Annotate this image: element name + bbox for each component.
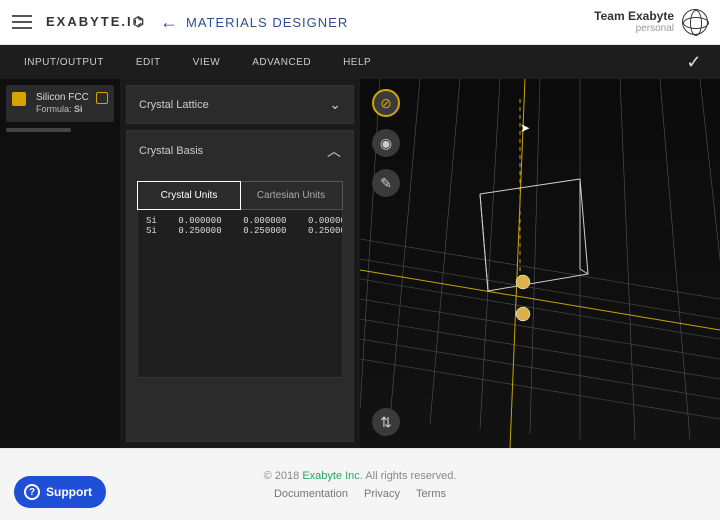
topbar: EXABYTE.I⌬ ← MATERIALS DESIGNER Team Exa… — [0, 0, 720, 45]
team-avatar-icon[interactable] — [682, 9, 708, 35]
support-button[interactable]: ? Support — [14, 476, 106, 508]
basis-accordion: Crystal Basis ︿ Crystal Units Cartesian … — [126, 130, 354, 442]
app-title: MATERIALS DESIGNER — [186, 15, 348, 30]
basis-label: Crystal Basis — [139, 145, 203, 157]
back-arrow-icon[interactable]: ← — [160, 12, 178, 33]
materials-list: Silicon FCC Formula: Si — [0, 79, 120, 448]
basis-textarea[interactable]: Si 0.000000 0.000000 0.000000 Si 0.25000… — [137, 210, 343, 378]
material-type-icon — [12, 92, 26, 106]
pencil-icon[interactable]: ✎ — [372, 169, 400, 197]
basis-body: Crystal Units Cartesian Units Si 0.00000… — [127, 171, 353, 431]
view-tool-stack: ⊘ ◉ ✎ — [372, 89, 400, 197]
copyright: © 2018 Exabyte Inc. All rights reserved. — [264, 470, 457, 482]
tab-crystal-units[interactable]: Crystal Units — [137, 181, 241, 210]
workarea: Silicon FCC Formula: Si Crystal Lattice … — [0, 79, 720, 448]
editor-panel: Crystal Lattice ⌄ Crystal Basis ︿ Crysta… — [120, 79, 360, 448]
footer-links: Documentation Privacy Terms — [274, 488, 446, 500]
lattice-accordion: Crystal Lattice ⌄ — [126, 85, 354, 124]
menu-view[interactable]: VIEW — [177, 57, 237, 68]
link-docs[interactable]: Documentation — [274, 488, 348, 500]
chevron-up-icon: ︿ — [327, 141, 341, 161]
grid-3d — [360, 79, 720, 448]
commit-check-icon[interactable]: ✓ — [676, 52, 712, 73]
chevron-down-icon: ⌄ — [329, 96, 341, 113]
eye-icon[interactable]: ◉ — [372, 129, 400, 157]
link-privacy[interactable]: Privacy — [364, 488, 400, 500]
question-icon: ? — [24, 484, 40, 500]
3d-viewport[interactable]: ⊘ ◉ ✎ ⇅ — [360, 79, 720, 448]
menu-edit[interactable]: EDIT — [120, 57, 177, 68]
swap-axes-icon[interactable]: ⇅ — [372, 408, 400, 436]
menu-icon[interactable] — [12, 15, 32, 29]
team-sub: personal — [594, 23, 674, 34]
company-link[interactable]: Exabyte Inc — [302, 470, 359, 482]
menu-advanced[interactable]: ADVANCED — [236, 57, 327, 68]
logo[interactable]: EXABYTE.I⌬ — [46, 14, 146, 30]
basis-header[interactable]: Crystal Basis ︿ — [127, 131, 353, 171]
team-label[interactable]: Team Exabyte personal — [594, 10, 674, 34]
lattice-header[interactable]: Crystal Lattice ⌄ — [127, 86, 353, 123]
footer: © 2018 Exabyte Inc. All rights reserved.… — [0, 448, 720, 520]
menu-input-output[interactable]: INPUT/OUTPUT — [8, 57, 120, 68]
menu-help[interactable]: HELP — [327, 57, 387, 68]
lattice-label: Crystal Lattice — [139, 99, 209, 111]
material-card[interactable]: Silicon FCC Formula: Si — [6, 85, 114, 122]
link-terms[interactable]: Terms — [416, 488, 446, 500]
units-tabs: Crystal Units Cartesian Units — [137, 181, 343, 210]
material-formula: Formula: Si — [36, 104, 106, 116]
no-entry-icon[interactable]: ⊘ — [372, 89, 400, 117]
tab-cartesian-units[interactable]: Cartesian Units — [240, 182, 342, 209]
team-name: Team Exabyte — [594, 10, 674, 23]
material-delete-icon[interactable] — [96, 92, 108, 104]
support-label: Support — [46, 485, 92, 499]
material-scroll[interactable] — [6, 128, 71, 132]
menubar: INPUT/OUTPUT EDIT VIEW ADVANCED HELP ✓ — [0, 45, 720, 79]
